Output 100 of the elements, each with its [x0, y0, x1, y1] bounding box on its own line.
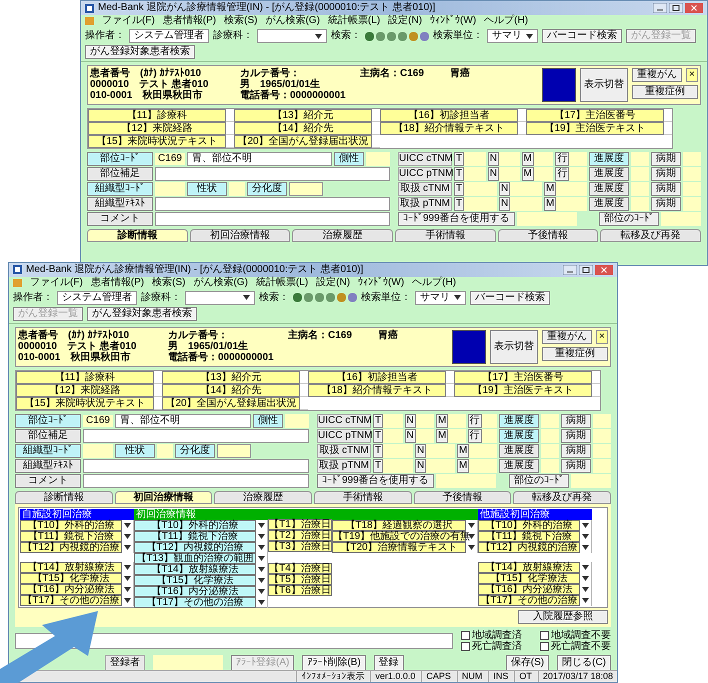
tnm-button[interactable]: N — [404, 414, 416, 428]
form-button[interactable]: 部位補足 — [15, 428, 81, 443]
grid-dropdown[interactable] — [580, 562, 592, 573]
tnm-field[interactable] — [383, 444, 413, 458]
tnm-button[interactable]: N — [404, 428, 416, 443]
action-button[interactable]: 保存(S) — [506, 654, 550, 671]
site-code-button[interactable]: 部位のｺｰﾄﾞ — [509, 474, 569, 488]
switch-button[interactable]: 表示切替 — [490, 330, 538, 364]
menu-item[interactable]: 患者情報(P) — [162, 15, 216, 27]
tnm-button[interactable]: M — [436, 428, 448, 443]
histology-code-field[interactable] — [155, 182, 185, 196]
stage-button[interactable]: 病期 — [561, 414, 591, 428]
tnm-button[interactable]: N — [499, 182, 510, 196]
tnm-button[interactable]: N — [488, 152, 499, 166]
grade-button[interactable]: 分化度 — [175, 444, 215, 458]
tnm-field[interactable] — [534, 152, 554, 166]
menu-item[interactable]: がん検索(G) — [265, 15, 320, 27]
grid-dropdown[interactable] — [580, 572, 592, 584]
laterality-button[interactable]: 側性 — [253, 414, 283, 428]
grid-dropdown[interactable] — [256, 552, 268, 564]
tnm-field[interactable] — [498, 152, 520, 166]
tnm-field[interactable] — [482, 414, 497, 428]
tnm-field[interactable] — [383, 428, 402, 443]
grid-dropdown[interactable] — [580, 594, 592, 606]
form-button[interactable]: 組織型ﾃｷｽﾄ — [15, 458, 81, 473]
tnm-field[interactable] — [569, 152, 587, 166]
stage-field[interactable] — [541, 458, 559, 473]
site-field[interactable]: 胃、部位不明 — [115, 414, 251, 428]
text-field[interactable] — [155, 167, 390, 181]
close-icon[interactable] — [595, 264, 613, 275]
stage-button[interactable]: 病期 — [651, 197, 681, 211]
grid-dropdown[interactable] — [256, 596, 268, 608]
stage-field[interactable] — [593, 428, 611, 443]
cases-button[interactable]: 重複症例 — [632, 85, 698, 99]
stage-field[interactable] — [631, 167, 649, 181]
tnm-button[interactable]: N — [415, 458, 426, 473]
tnm-button[interactable]: T — [373, 444, 384, 458]
tnm-button[interactable]: 行 — [468, 428, 482, 443]
histology-code-field[interactable] — [83, 444, 113, 458]
stage-field[interactable] — [593, 414, 611, 428]
tnm-button[interactable]: 行 — [468, 414, 482, 428]
stage-field[interactable] — [593, 444, 611, 458]
tnm-field[interactable] — [498, 167, 520, 181]
cases-button[interactable]: 重複症例 — [542, 346, 608, 361]
grid-dropdown[interactable] — [580, 542, 592, 553]
operator-field[interactable]: システム管理者 — [57, 290, 137, 305]
action-button[interactable]: 閉じる(C) — [557, 654, 611, 671]
tab[interactable]: 治療履歴 — [292, 229, 394, 242]
menu-item[interactable]: 患者情報(P) — [90, 276, 144, 289]
menu-item[interactable]: 検索(S) — [152, 276, 186, 289]
tnm-button[interactable]: T — [454, 182, 464, 196]
duplicate-button[interactable]: 重複がん — [632, 68, 682, 82]
tnm-field[interactable] — [569, 167, 587, 181]
menu-item[interactable]: ファイル(F) — [102, 15, 155, 27]
toolbar-button[interactable]: バーコード検索 — [542, 29, 622, 43]
registrar-field[interactable] — [153, 654, 223, 671]
stage-field[interactable] — [631, 182, 649, 196]
tnm-button[interactable]: M — [457, 444, 470, 458]
tnm-button[interactable]: N — [488, 167, 499, 181]
close-mark[interactable]: × — [596, 330, 608, 344]
tnm-button[interactable]: T — [373, 428, 384, 443]
tab[interactable]: 転移及び再発 — [600, 229, 702, 242]
tnm-button[interactable]: M — [544, 182, 556, 196]
text-field[interactable] — [155, 212, 390, 226]
menu-item[interactable]: ファイル(F) — [30, 276, 83, 289]
tnm-button[interactable]: T — [454, 152, 464, 166]
menu-item[interactable]: 統計帳票(L) — [256, 276, 308, 289]
department-dropdown[interactable] — [257, 29, 327, 43]
tnm-button[interactable]: M — [544, 197, 556, 211]
tnm-field[interactable] — [510, 182, 542, 196]
checkbox[interactable] — [461, 642, 470, 651]
grade-field[interactable] — [289, 182, 323, 196]
stage-button[interactable]: 進展度 — [499, 444, 539, 458]
stage-button[interactable]: 進展度 — [589, 182, 629, 196]
stage-button[interactable]: 進展度 — [499, 414, 539, 428]
tnm-field[interactable] — [469, 458, 497, 473]
stage-button[interactable]: 進展度 — [589, 197, 629, 211]
stage-button[interactable]: 病期 — [561, 428, 591, 443]
stage-button[interactable]: 病期 — [651, 152, 681, 166]
unit-dropdown[interactable]: サマリ — [487, 29, 538, 43]
toolbar-button[interactable]: がん登録対象患者検索 — [85, 45, 195, 59]
text-field[interactable] — [83, 458, 309, 473]
tnm-field[interactable] — [416, 428, 434, 443]
tnm-field[interactable] — [464, 167, 486, 181]
tnm-field[interactable] — [383, 414, 402, 428]
toolbar-button[interactable]: バーコード検索 — [470, 290, 550, 305]
stage-field[interactable] — [631, 152, 649, 166]
menu-item[interactable]: ヘルプ(H) — [484, 15, 528, 27]
tnm-button[interactable]: M — [457, 458, 470, 473]
tab[interactable]: 治療履歴 — [214, 490, 312, 504]
tab[interactable]: 予後情報 — [498, 229, 598, 242]
grade-field[interactable] — [217, 444, 251, 458]
tnm-field[interactable] — [510, 197, 542, 211]
menu-item[interactable]: がん検索(G) — [193, 276, 248, 289]
tab[interactable]: 手術情報 — [395, 229, 496, 242]
tnm-field[interactable] — [426, 458, 455, 473]
form-button[interactable]: 部位ｺｰﾄﾞ — [15, 414, 81, 428]
tnm-button[interactable]: T — [373, 458, 384, 473]
grade-button[interactable]: 分化度 — [247, 182, 287, 196]
menu-item[interactable]: 設定(N) — [316, 276, 350, 289]
